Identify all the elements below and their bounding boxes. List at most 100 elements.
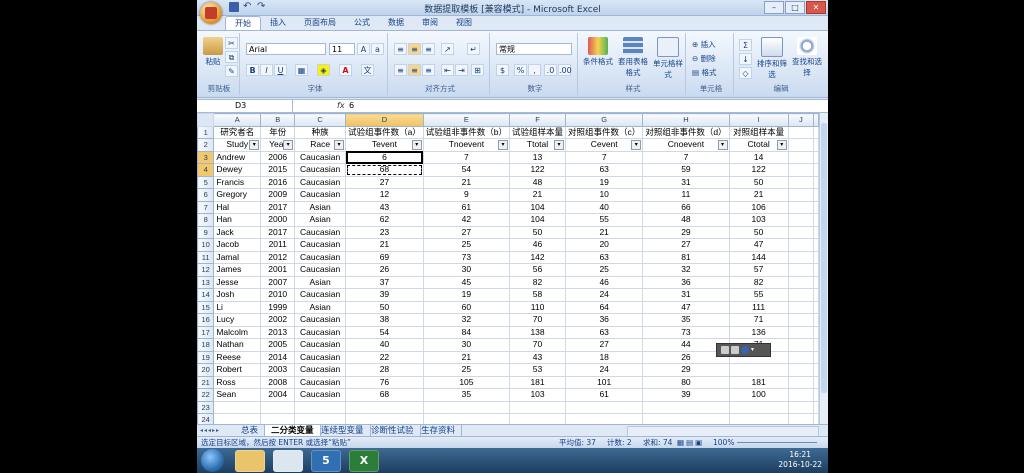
row-header[interactable]: 20 xyxy=(197,363,215,377)
cell[interactable]: 10 xyxy=(565,188,644,202)
cell[interactable] xyxy=(565,413,644,424)
cell[interactable]: 30 xyxy=(422,338,511,352)
cell[interactable]: 29 xyxy=(642,363,730,377)
cell[interactable]: 13 xyxy=(509,150,567,164)
cell[interactable]: 106 xyxy=(728,200,789,214)
cell[interactable]: 104 xyxy=(509,200,567,214)
column-header-H[interactable]: H xyxy=(642,113,730,127)
cell[interactable]: 试验组样本量 xyxy=(509,125,567,139)
system-clock[interactable]: 16:21 2016-10-22 xyxy=(778,450,822,470)
tab-data[interactable]: 数据 xyxy=(379,16,413,30)
cell[interactable] xyxy=(813,338,819,352)
cell[interactable]: 37 xyxy=(345,275,424,289)
cell[interactable]: 81 xyxy=(642,250,730,264)
row-header[interactable]: 2 xyxy=(197,138,215,152)
zoom-slider[interactable] xyxy=(737,442,817,443)
cell[interactable] xyxy=(213,413,262,424)
cell[interactable]: 23 xyxy=(345,225,424,239)
cell[interactable]: 2016 xyxy=(260,175,296,189)
cell[interactable] xyxy=(787,388,815,402)
cell[interactable]: 19 xyxy=(565,175,644,189)
cell[interactable]: 55 xyxy=(728,288,789,302)
comma-icon[interactable]: , xyxy=(528,64,541,76)
row-header[interactable]: 9 xyxy=(197,225,215,239)
phonetic-icon[interactable]: 文 xyxy=(361,64,374,76)
cell[interactable]: Race ▾ xyxy=(294,138,347,152)
cell[interactable]: Cevent ▾ xyxy=(565,138,644,152)
grow-font-icon[interactable]: A xyxy=(357,43,370,55)
cell[interactable] xyxy=(345,400,424,414)
cell[interactable]: 61 xyxy=(565,388,644,402)
cell[interactable]: Caucasian xyxy=(294,175,347,189)
cell[interactable]: 103 xyxy=(728,213,789,227)
cell[interactable] xyxy=(787,413,815,424)
filter-dropdown-icon[interactable]: ▾ xyxy=(717,140,728,150)
cell[interactable]: 25 xyxy=(422,363,511,377)
cell[interactable]: 38 xyxy=(345,313,424,327)
cell[interactable] xyxy=(787,213,815,227)
cell[interactable]: Jack xyxy=(213,225,262,239)
cell[interactable]: 47 xyxy=(642,300,730,314)
column-header-J[interactable]: J xyxy=(787,113,815,127)
cell[interactable]: 25 xyxy=(422,238,511,252)
cell[interactable] xyxy=(813,275,819,289)
cell[interactable] xyxy=(813,125,819,139)
cell[interactable]: Francis xyxy=(213,175,262,189)
cell[interactable] xyxy=(787,200,815,214)
cell[interactable]: 2015 xyxy=(260,163,296,177)
cell[interactable] xyxy=(787,350,815,364)
column-header-C[interactable]: C xyxy=(294,113,347,127)
filter-dropdown-icon[interactable]: ▾ xyxy=(498,140,509,150)
cell[interactable] xyxy=(642,413,730,424)
app-taskbar-icon[interactable] xyxy=(273,450,303,472)
cell[interactable] xyxy=(813,300,819,314)
cell[interactable]: 试验组事件数（a） xyxy=(345,125,424,139)
cell[interactable]: Caucasian xyxy=(294,263,347,277)
cell[interactable]: 21 xyxy=(565,225,644,239)
cell[interactable]: 56 xyxy=(509,263,567,277)
paste-button[interactable]: 粘贴 xyxy=(202,37,224,67)
row-header[interactable]: 18 xyxy=(197,338,215,352)
cell[interactable]: Caucasian xyxy=(294,363,347,377)
cell[interactable] xyxy=(787,288,815,302)
worksheet-grid[interactable]: A B C D E F G H I J 1 研究者名 年份 种族 试验组事件数（a） 试验组非事件数（b） 试验… xyxy=(197,113,819,424)
row-header[interactable]: 5 xyxy=(197,175,215,189)
cell[interactable]: 2004 xyxy=(260,388,296,402)
cell[interactable]: Lucy xyxy=(213,313,262,327)
cell[interactable]: 21 xyxy=(422,350,511,364)
cell[interactable] xyxy=(813,288,819,302)
cell[interactable]: 110 xyxy=(509,300,567,314)
cell[interactable]: 2011 xyxy=(260,238,296,252)
cell[interactable]: 84 xyxy=(422,325,511,339)
cell[interactable]: 43 xyxy=(509,350,567,364)
cell[interactable]: 50 xyxy=(345,300,424,314)
cell[interactable] xyxy=(813,313,819,327)
cut-icon[interactable]: ✂ xyxy=(225,37,238,49)
cell[interactable]: 研究者名 xyxy=(213,125,262,139)
cell[interactable]: 80 xyxy=(642,375,730,389)
sort-filter-button[interactable]: 排序和筛选 xyxy=(755,37,789,80)
underline-icon[interactable]: U xyxy=(274,64,287,76)
cell[interactable]: 53 xyxy=(509,363,567,377)
cell[interactable]: Caucasian xyxy=(294,388,347,402)
dropdown-arrow-icon[interactable]: ▾ xyxy=(751,346,759,354)
cell[interactable]: 105 xyxy=(422,375,511,389)
cell[interactable]: Jesse xyxy=(213,275,262,289)
cell[interactable]: 2013 xyxy=(260,325,296,339)
cell-styles-button[interactable]: 单元格样式 xyxy=(651,37,685,80)
decrease-indent-icon[interactable]: ⇤ xyxy=(441,64,454,76)
cell[interactable]: 2005 xyxy=(260,338,296,352)
cell[interactable] xyxy=(787,313,815,327)
cell[interactable] xyxy=(787,338,815,352)
formula-input[interactable]: 6 xyxy=(349,100,354,112)
cell[interactable] xyxy=(728,413,789,424)
cell[interactable] xyxy=(787,238,815,252)
cell[interactable]: 9 xyxy=(422,188,511,202)
cell[interactable]: Sean xyxy=(213,388,262,402)
cell[interactable] xyxy=(787,138,815,152)
cell[interactable]: Study ▾ xyxy=(213,138,262,152)
cell[interactable]: Caucasian xyxy=(294,238,347,252)
cell[interactable]: 24 xyxy=(565,288,644,302)
vertical-scrollbar[interactable] xyxy=(819,113,828,424)
italic-icon[interactable]: I xyxy=(260,64,273,76)
